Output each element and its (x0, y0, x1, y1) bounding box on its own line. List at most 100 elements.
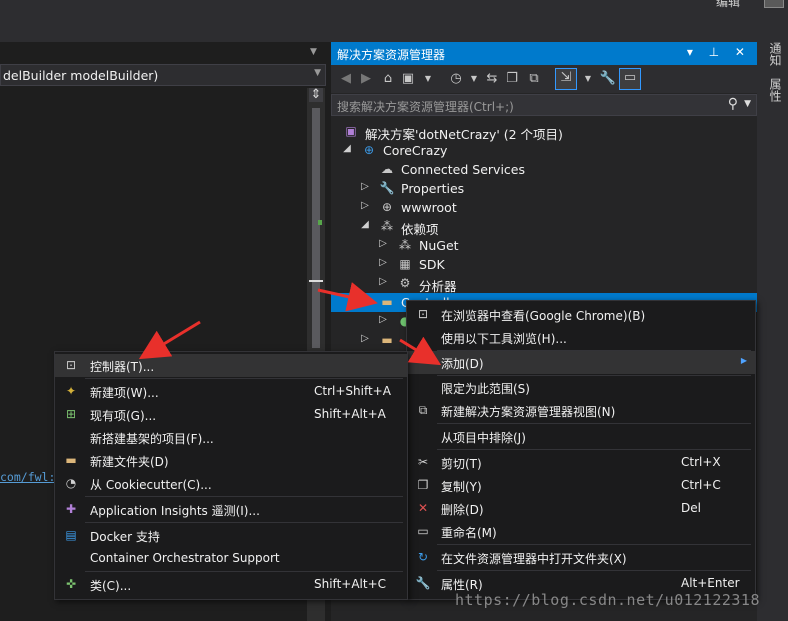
submenu-item-orchestrator[interactable]: Container Orchestrator Support (55, 547, 407, 570)
submenu-item-controller[interactable]: ⊡ 控制器(T)... (55, 354, 407, 377)
editor-dropdown-arrow-icon[interactable]: ▼ (310, 47, 317, 57)
menu-item-label: 现有项(G)... (90, 409, 157, 423)
menu-item-shortcut: Ctrl+C (681, 478, 721, 492)
menu-item-label: Application Insights 遥测(I)... (90, 504, 260, 518)
nuget-icon: ⁂ (399, 238, 411, 252)
menu-item-cut[interactable]: ✂ 剪切(T) Ctrl+X (407, 451, 755, 474)
tree-item-label: CoreCrazy (383, 143, 448, 158)
solution-explorer-titlebar: 解决方案资源管理器 ▾ ⊥ ✕ (331, 42, 757, 65)
tree-item-project[interactable]: ◢ ⊕ CoreCrazy (331, 141, 757, 160)
menu-item-label: 复制(Y) (441, 480, 482, 494)
menu-item-open-in-explorer[interactable]: ↻ 在文件资源管理器中打开文件夹(X) (407, 546, 755, 569)
scrollbar-thumb[interactable] (312, 108, 320, 348)
dependencies-icon: ⁂ (381, 219, 393, 233)
preview-selected-icon[interactable]: ▭ (619, 68, 641, 90)
menu-item-label: 新建项(W)... (90, 386, 159, 400)
menu-item-label: 限定为此范围(S) (441, 382, 530, 396)
menu-item-label: 新搭建基架的项目(F)... (90, 432, 214, 446)
submenu-item-app-insights[interactable]: ✚ Application Insights 遥测(I)... (55, 498, 407, 521)
copy-icon: ❐ (417, 478, 429, 492)
collapsed-arrow-icon[interactable]: ▷ (377, 314, 389, 325)
menu-item-view-in-browser[interactable]: ⊡ 在浏览器中查看(Google Chrome)(B) (407, 303, 755, 326)
menu-item-label: 从 Cookiecutter(C)... (90, 478, 212, 492)
wrench-icon[interactable]: 🔧 (599, 70, 617, 88)
menu-item-copy[interactable]: ❐ 复制(Y) Ctrl+C (407, 474, 755, 497)
editor-member-dropdown[interactable]: delBuilder modelBuilder) ▼ (0, 64, 326, 86)
menu-item-rename[interactable]: ▭ 重命名(M) (407, 520, 755, 543)
split-window-icon[interactable]: ⇕ (309, 88, 323, 102)
menu-item-delete[interactable]: ✕ 删除(D) Del (407, 497, 755, 520)
submenu-item-new-folder[interactable]: ▬ 新建文件夹(D) (55, 449, 407, 472)
menu-item-label: 在浏览器中查看(Google Chrome)(B) (441, 309, 646, 323)
menu-item-label: 添加(D) (441, 357, 484, 371)
tree-item-label: Connected Services (401, 162, 525, 177)
tab-properties[interactable]: 属性 (765, 78, 782, 102)
editor-member-label: delBuilder modelBuilder) (3, 68, 159, 83)
submenu-item-docker[interactable]: ▤ Docker 支持 (55, 524, 407, 547)
expanded-arrow-icon[interactable]: ◢ (359, 219, 371, 230)
collapsed-arrow-icon[interactable]: ▷ (377, 276, 389, 287)
chevron-down-icon[interactable]: ▼ (465, 70, 483, 88)
tree-item-analyzers[interactable]: ▷ ⚙ 分析器 (331, 274, 757, 294)
menu-item-label: Container Orchestrator Support (90, 551, 280, 565)
collapsed-arrow-icon[interactable]: ▷ (377, 238, 389, 249)
menu-item-add[interactable]: 添加(D) ▶ (407, 351, 755, 374)
menu-item-label: 类(C)... (90, 579, 132, 593)
refresh-icon[interactable]: ⇆ (483, 70, 501, 88)
code-link[interactable]: com/fwl: (0, 470, 55, 484)
chevron-down-icon[interactable]: ▼ (419, 70, 437, 88)
show-all-files-icon[interactable]: ⧉ (525, 70, 543, 88)
existing-item-icon: ⊞ (65, 407, 77, 421)
tab-notifications[interactable]: 通知 (765, 42, 782, 66)
pending-changes-icon[interactable]: ◷ (447, 70, 465, 88)
submenu-item-new-item[interactable]: ✦ 新建项(W)... Ctrl+Shift+A (55, 380, 407, 403)
menu-item-scope-to-this[interactable]: 限定为此范围(S) (407, 376, 755, 399)
collapsed-arrow-icon[interactable]: ▷ (359, 333, 371, 344)
controller-icon: ⊡ (65, 358, 77, 372)
folder-icon: ▬ (381, 333, 393, 347)
expanded-arrow-icon[interactable]: ◢ (359, 295, 371, 306)
menu-item-label: Docker 支持 (90, 530, 160, 544)
solution-explorer-search[interactable]: 搜索解决方案资源管理器(Ctrl+;) ⚲ ▼ (331, 94, 757, 116)
solution-icon: ▣ (345, 124, 357, 138)
watermark: https://blog.csdn.net/u012122318 (455, 591, 760, 609)
tree-item-solution[interactable]: ▣ 解决方案'dotNetCrazy' (2 个项目) (331, 122, 757, 142)
tree-item-dependencies[interactable]: ◢ ⁂ 依赖项 (331, 217, 757, 237)
sync-icon[interactable]: ▣ (399, 70, 417, 88)
expanded-arrow-icon[interactable]: ◢ (341, 143, 353, 154)
tree-item-sdk[interactable]: ▷ ▦ SDK (331, 255, 757, 274)
window-control-icon[interactable] (764, 0, 784, 8)
view-toggle-icon[interactable]: ⇲ (555, 68, 577, 90)
chevron-down-icon[interactable]: ▼ (744, 99, 751, 109)
collapse-all-icon[interactable]: ❐ (503, 70, 521, 88)
collapsed-arrow-icon[interactable]: ▷ (377, 257, 389, 268)
menu-separator (437, 544, 751, 545)
tree-item-nuget[interactable]: ▷ ⁂ NuGet (331, 236, 757, 255)
menu-item-browse-with[interactable]: 使用以下工具浏览(H)... (407, 326, 755, 349)
submenu-item-class[interactable]: ✜ 类(C)... Shift+Alt+C (55, 573, 407, 596)
forward-icon[interactable]: ▶ (357, 70, 375, 88)
collapsed-arrow-icon[interactable]: ▷ (359, 181, 371, 192)
tree-item-connected-services[interactable]: ☁ Connected Services (331, 160, 757, 179)
submenu-item-cookiecutter[interactable]: ◔ 从 Cookiecutter(C)... (55, 472, 407, 495)
tree-item-label: NuGet (419, 238, 459, 253)
wrench-icon: 🔧 (379, 181, 395, 195)
menu-separator (85, 496, 403, 497)
back-icon[interactable]: ◀ (337, 70, 355, 88)
menu-item-exclude[interactable]: 从项目中排除(J) (407, 425, 755, 448)
home-icon[interactable]: ⌂ (379, 70, 397, 88)
analyzer-icon: ⚙ (399, 276, 411, 290)
tree-item-wwwroot[interactable]: ▷ ⊕ wwwroot (331, 198, 757, 217)
menu-separator (85, 522, 403, 523)
search-icon[interactable]: ⚲ (728, 96, 738, 112)
collapsed-arrow-icon[interactable]: ▷ (359, 200, 371, 211)
submenu-item-scaffolded[interactable]: 新搭建基架的项目(F)... (55, 426, 407, 449)
tree-item-properties[interactable]: ▷ 🔧 Properties (331, 179, 757, 198)
add-submenu: ⊡ 控制器(T)... ✦ 新建项(W)... Ctrl+Shift+A ⊞ 现… (54, 351, 408, 600)
submenu-item-existing-item[interactable]: ⊞ 现有项(G)... Shift+Alt+A (55, 403, 407, 426)
menu-item-new-explorer-view[interactable]: ⧉ 新建解决方案资源管理器视图(N) (407, 399, 755, 422)
menu-item-label: 新建文件夹(D) (90, 455, 169, 469)
solution-explorer-title: 解决方案资源管理器 (337, 48, 446, 62)
chevron-down-icon[interactable]: ▼ (579, 70, 597, 88)
titlebar-buttons[interactable]: ▾ ⊥ ✕ (687, 45, 751, 59)
